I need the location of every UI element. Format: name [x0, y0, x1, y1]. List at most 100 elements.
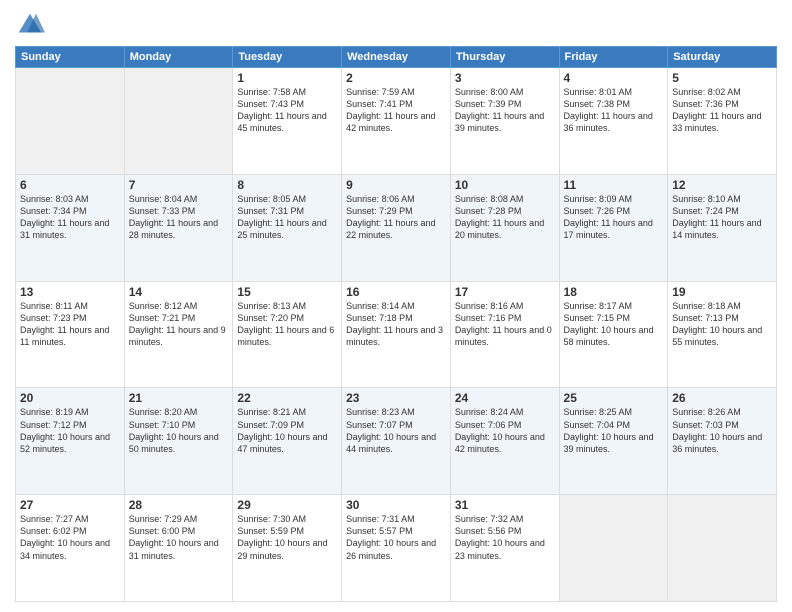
- day-cell: 18Sunrise: 8:17 AMSunset: 7:15 PMDayligh…: [559, 281, 668, 388]
- day-cell: 20Sunrise: 8:19 AMSunset: 7:12 PMDayligh…: [16, 388, 125, 495]
- day-cell: 13Sunrise: 8:11 AMSunset: 7:23 PMDayligh…: [16, 281, 125, 388]
- day-cell: 17Sunrise: 8:16 AMSunset: 7:16 PMDayligh…: [450, 281, 559, 388]
- day-info: Sunrise: 8:18 AMSunset: 7:13 PMDaylight:…: [672, 300, 772, 349]
- day-info: Sunrise: 8:04 AMSunset: 7:33 PMDaylight:…: [129, 193, 229, 242]
- logo-icon: [15, 10, 45, 40]
- day-info: Sunrise: 8:09 AMSunset: 7:26 PMDaylight:…: [564, 193, 664, 242]
- day-number: 2: [346, 71, 446, 85]
- day-cell: [124, 68, 233, 175]
- weekday-tuesday: Tuesday: [233, 47, 342, 68]
- day-cell: 26Sunrise: 8:26 AMSunset: 7:03 PMDayligh…: [668, 388, 777, 495]
- weekday-thursday: Thursday: [450, 47, 559, 68]
- day-cell: 24Sunrise: 8:24 AMSunset: 7:06 PMDayligh…: [450, 388, 559, 495]
- day-number: 19: [672, 285, 772, 299]
- day-info: Sunrise: 8:14 AMSunset: 7:18 PMDaylight:…: [346, 300, 446, 349]
- day-info: Sunrise: 8:10 AMSunset: 7:24 PMDaylight:…: [672, 193, 772, 242]
- day-cell: 1Sunrise: 7:58 AMSunset: 7:43 PMDaylight…: [233, 68, 342, 175]
- day-info: Sunrise: 8:03 AMSunset: 7:34 PMDaylight:…: [20, 193, 120, 242]
- day-cell: 8Sunrise: 8:05 AMSunset: 7:31 PMDaylight…: [233, 174, 342, 281]
- day-cell: 28Sunrise: 7:29 AMSunset: 6:00 PMDayligh…: [124, 495, 233, 602]
- weekday-monday: Monday: [124, 47, 233, 68]
- day-number: 7: [129, 178, 229, 192]
- day-cell: 30Sunrise: 7:31 AMSunset: 5:57 PMDayligh…: [342, 495, 451, 602]
- day-info: Sunrise: 7:30 AMSunset: 5:59 PMDaylight:…: [237, 513, 337, 562]
- day-info: Sunrise: 8:26 AMSunset: 7:03 PMDaylight:…: [672, 406, 772, 455]
- day-number: 11: [564, 178, 664, 192]
- day-info: Sunrise: 8:08 AMSunset: 7:28 PMDaylight:…: [455, 193, 555, 242]
- day-info: Sunrise: 8:06 AMSunset: 7:29 PMDaylight:…: [346, 193, 446, 242]
- day-number: 17: [455, 285, 555, 299]
- day-cell: 9Sunrise: 8:06 AMSunset: 7:29 PMDaylight…: [342, 174, 451, 281]
- day-cell: 14Sunrise: 8:12 AMSunset: 7:21 PMDayligh…: [124, 281, 233, 388]
- day-info: Sunrise: 8:24 AMSunset: 7:06 PMDaylight:…: [455, 406, 555, 455]
- day-cell: 2Sunrise: 7:59 AMSunset: 7:41 PMDaylight…: [342, 68, 451, 175]
- week-row-4: 27Sunrise: 7:27 AMSunset: 6:02 PMDayligh…: [16, 495, 777, 602]
- day-cell: 6Sunrise: 8:03 AMSunset: 7:34 PMDaylight…: [16, 174, 125, 281]
- day-info: Sunrise: 8:23 AMSunset: 7:07 PMDaylight:…: [346, 406, 446, 455]
- day-cell: 27Sunrise: 7:27 AMSunset: 6:02 PMDayligh…: [16, 495, 125, 602]
- day-number: 27: [20, 498, 120, 512]
- day-number: 4: [564, 71, 664, 85]
- day-info: Sunrise: 8:00 AMSunset: 7:39 PMDaylight:…: [455, 86, 555, 135]
- day-number: 16: [346, 285, 446, 299]
- day-info: Sunrise: 8:17 AMSunset: 7:15 PMDaylight:…: [564, 300, 664, 349]
- day-cell: 10Sunrise: 8:08 AMSunset: 7:28 PMDayligh…: [450, 174, 559, 281]
- day-number: 31: [455, 498, 555, 512]
- day-info: Sunrise: 8:20 AMSunset: 7:10 PMDaylight:…: [129, 406, 229, 455]
- day-number: 13: [20, 285, 120, 299]
- day-number: 1: [237, 71, 337, 85]
- day-number: 15: [237, 285, 337, 299]
- day-number: 30: [346, 498, 446, 512]
- day-number: 25: [564, 391, 664, 405]
- day-info: Sunrise: 8:01 AMSunset: 7:38 PMDaylight:…: [564, 86, 664, 135]
- day-cell: 31Sunrise: 7:32 AMSunset: 5:56 PMDayligh…: [450, 495, 559, 602]
- day-number: 8: [237, 178, 337, 192]
- day-number: 12: [672, 178, 772, 192]
- day-number: 9: [346, 178, 446, 192]
- page-header: [15, 10, 777, 40]
- day-number: 6: [20, 178, 120, 192]
- weekday-friday: Friday: [559, 47, 668, 68]
- week-row-3: 20Sunrise: 8:19 AMSunset: 7:12 PMDayligh…: [16, 388, 777, 495]
- day-cell: 25Sunrise: 8:25 AMSunset: 7:04 PMDayligh…: [559, 388, 668, 495]
- day-number: 3: [455, 71, 555, 85]
- day-cell: 15Sunrise: 8:13 AMSunset: 7:20 PMDayligh…: [233, 281, 342, 388]
- day-cell: [559, 495, 668, 602]
- day-info: Sunrise: 8:12 AMSunset: 7:21 PMDaylight:…: [129, 300, 229, 349]
- day-info: Sunrise: 7:29 AMSunset: 6:00 PMDaylight:…: [129, 513, 229, 562]
- day-number: 28: [129, 498, 229, 512]
- day-info: Sunrise: 7:58 AMSunset: 7:43 PMDaylight:…: [237, 86, 337, 135]
- day-number: 22: [237, 391, 337, 405]
- day-cell: 21Sunrise: 8:20 AMSunset: 7:10 PMDayligh…: [124, 388, 233, 495]
- day-number: 29: [237, 498, 337, 512]
- day-info: Sunrise: 7:59 AMSunset: 7:41 PMDaylight:…: [346, 86, 446, 135]
- day-cell: 3Sunrise: 8:00 AMSunset: 7:39 PMDaylight…: [450, 68, 559, 175]
- day-number: 18: [564, 285, 664, 299]
- calendar-table: SundayMondayTuesdayWednesdayThursdayFrid…: [15, 46, 777, 602]
- day-info: Sunrise: 7:27 AMSunset: 6:02 PMDaylight:…: [20, 513, 120, 562]
- day-info: Sunrise: 7:31 AMSunset: 5:57 PMDaylight:…: [346, 513, 446, 562]
- weekday-sunday: Sunday: [16, 47, 125, 68]
- day-cell: 29Sunrise: 7:30 AMSunset: 5:59 PMDayligh…: [233, 495, 342, 602]
- day-cell: 7Sunrise: 8:04 AMSunset: 7:33 PMDaylight…: [124, 174, 233, 281]
- day-number: 14: [129, 285, 229, 299]
- day-info: Sunrise: 8:02 AMSunset: 7:36 PMDaylight:…: [672, 86, 772, 135]
- day-number: 24: [455, 391, 555, 405]
- day-cell: [668, 495, 777, 602]
- day-number: 21: [129, 391, 229, 405]
- weekday-wednesday: Wednesday: [342, 47, 451, 68]
- day-cell: 5Sunrise: 8:02 AMSunset: 7:36 PMDaylight…: [668, 68, 777, 175]
- day-info: Sunrise: 8:21 AMSunset: 7:09 PMDaylight:…: [237, 406, 337, 455]
- day-cell: 12Sunrise: 8:10 AMSunset: 7:24 PMDayligh…: [668, 174, 777, 281]
- weekday-header-row: SundayMondayTuesdayWednesdayThursdayFrid…: [16, 47, 777, 68]
- day-number: 5: [672, 71, 772, 85]
- week-row-2: 13Sunrise: 8:11 AMSunset: 7:23 PMDayligh…: [16, 281, 777, 388]
- day-cell: 19Sunrise: 8:18 AMSunset: 7:13 PMDayligh…: [668, 281, 777, 388]
- day-info: Sunrise: 8:05 AMSunset: 7:31 PMDaylight:…: [237, 193, 337, 242]
- logo: [15, 10, 49, 40]
- day-info: Sunrise: 7:32 AMSunset: 5:56 PMDaylight:…: [455, 513, 555, 562]
- day-number: 26: [672, 391, 772, 405]
- day-cell: 11Sunrise: 8:09 AMSunset: 7:26 PMDayligh…: [559, 174, 668, 281]
- day-number: 10: [455, 178, 555, 192]
- weekday-saturday: Saturday: [668, 47, 777, 68]
